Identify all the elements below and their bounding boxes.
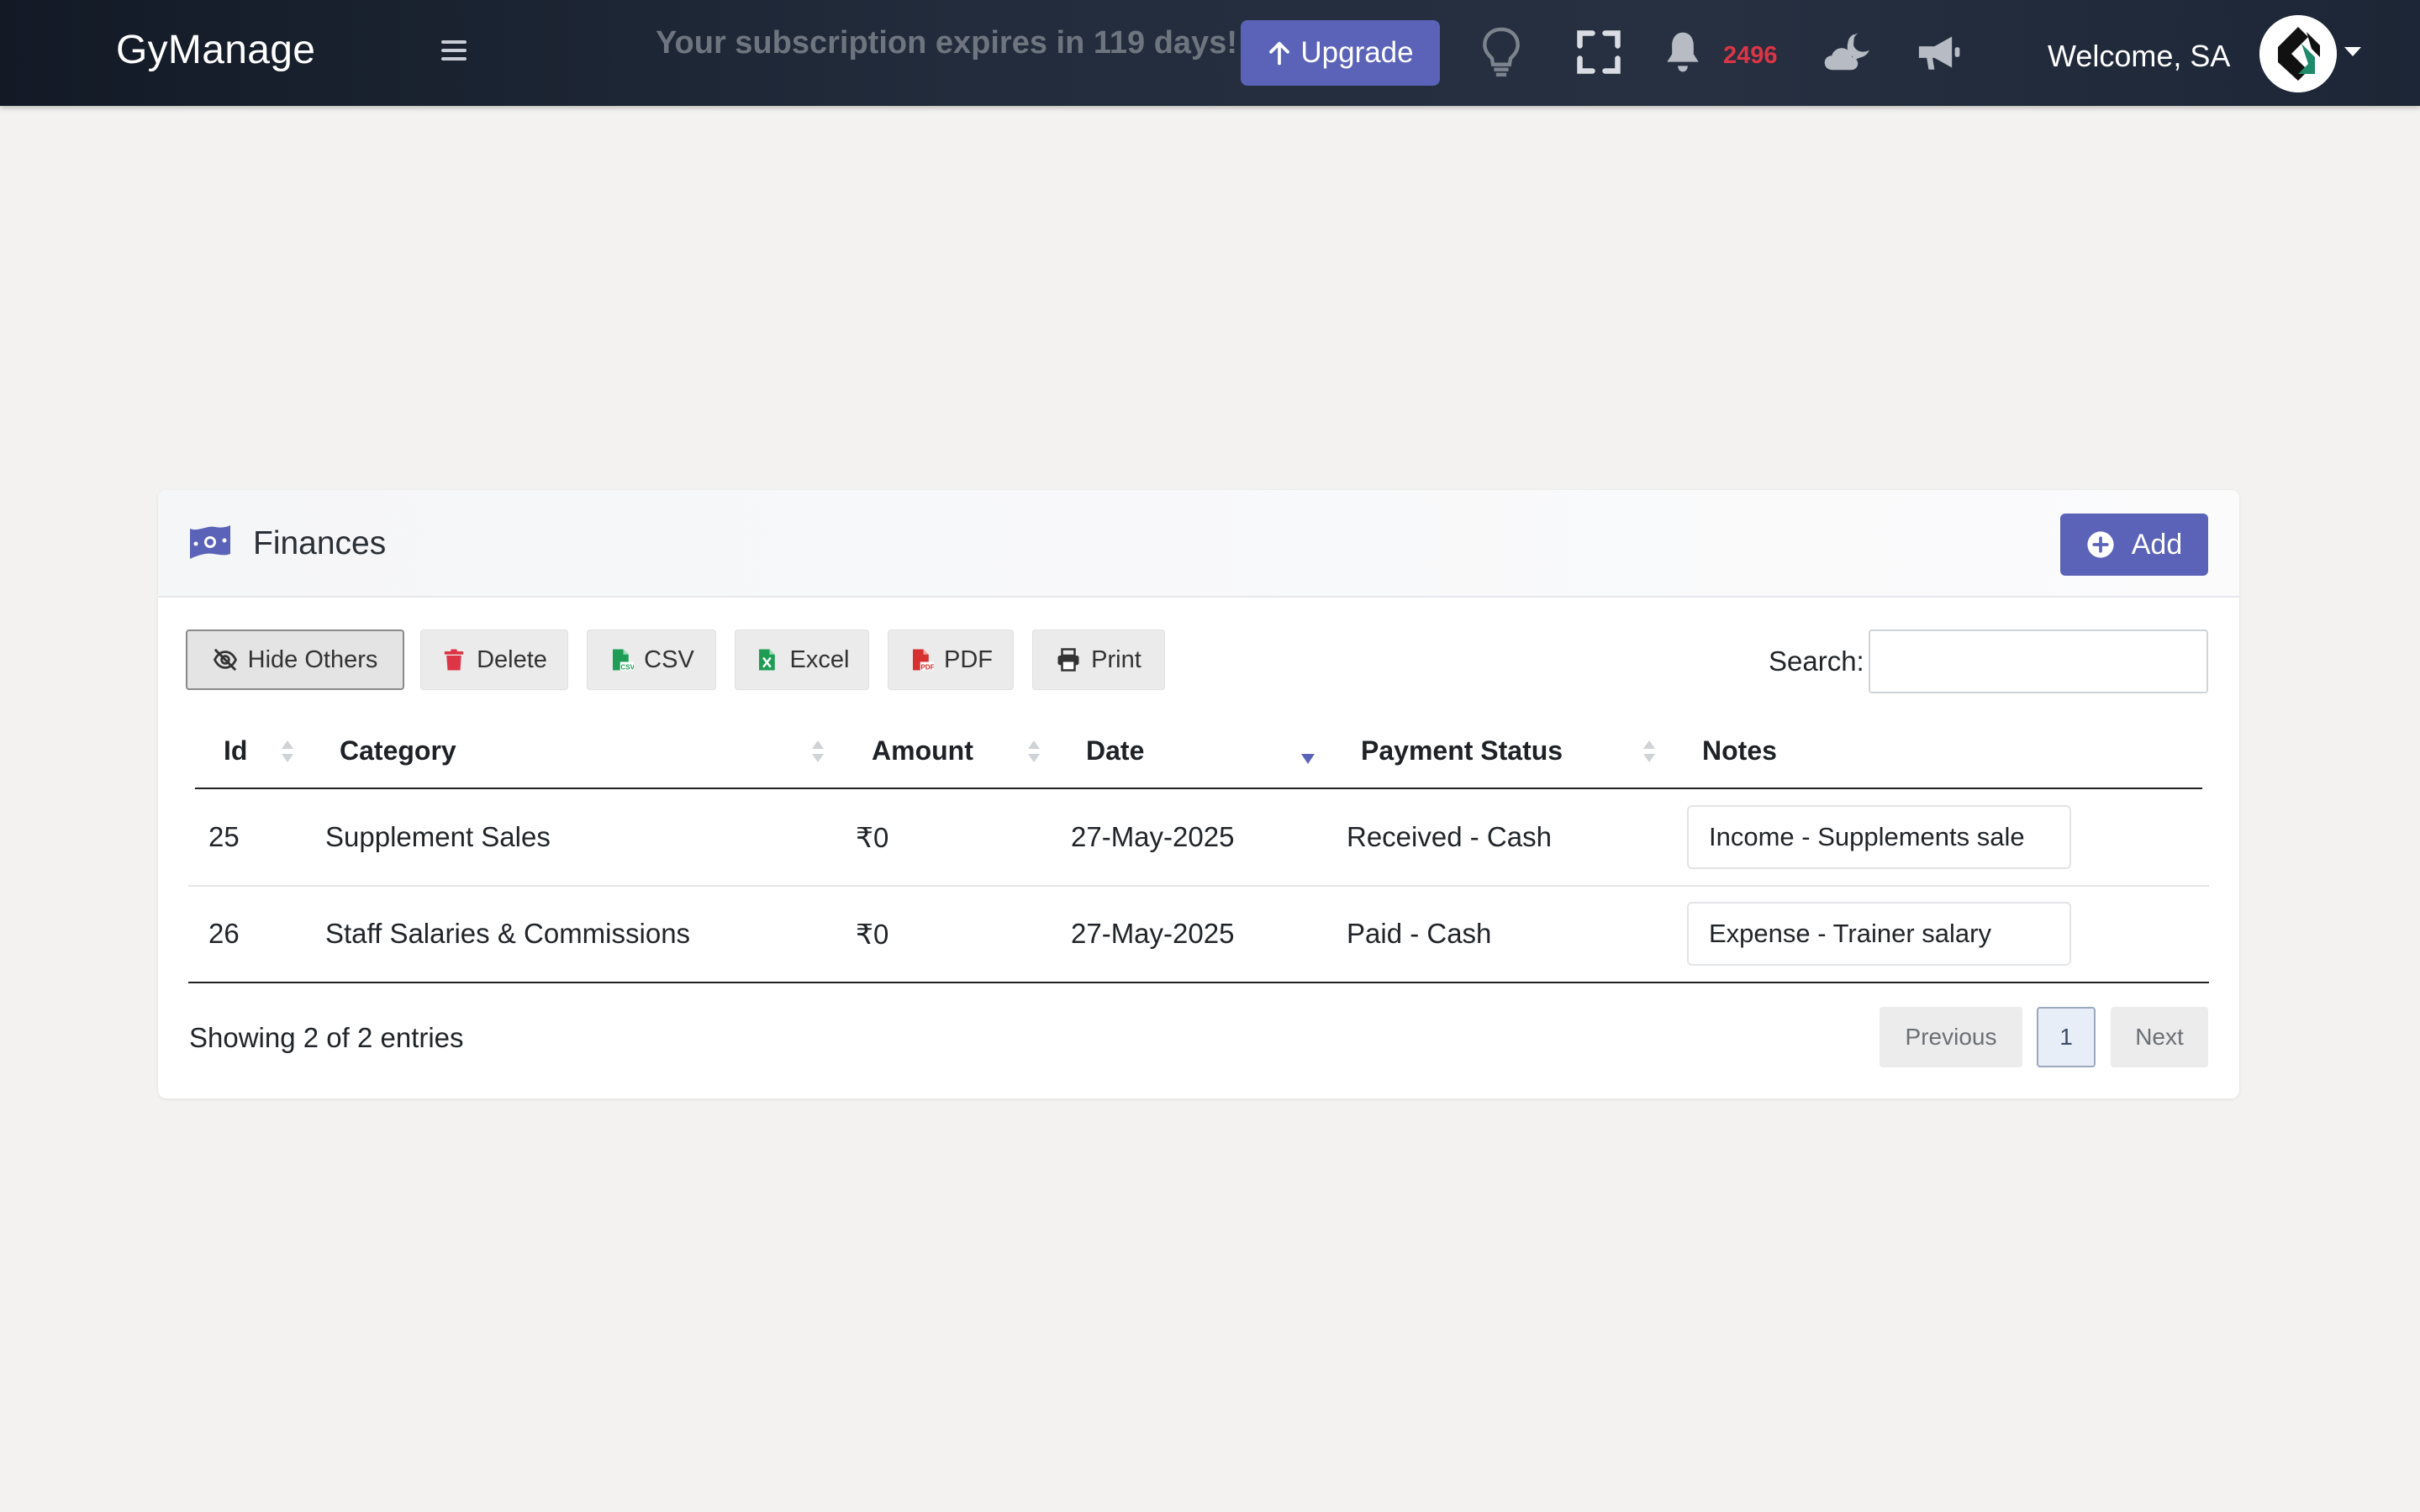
menu-icon[interactable] (439, 37, 469, 71)
megaphone-icon[interactable] (1913, 25, 1964, 79)
card-header: Finances Add (158, 490, 2239, 598)
table-info: Showing 2 of 2 entries (189, 1022, 464, 1053)
eye-slash-icon (213, 649, 237, 671)
cell-payment-status: Received - Cash (1347, 821, 1552, 852)
print-label: Print (1091, 645, 1141, 673)
column-header-category[interactable]: Category (340, 735, 456, 767)
print-button[interactable]: Print (1032, 630, 1165, 690)
column-header-notes: Notes (1702, 735, 1777, 766)
cell-id: 25 (208, 821, 240, 852)
lightbulb-icon[interactable] (1476, 25, 1526, 79)
sort-icon[interactable] (280, 737, 295, 766)
previous-page-button[interactable]: Previous (1880, 1007, 2022, 1067)
file-pdf-icon: PDF (913, 649, 934, 671)
print-icon (1057, 648, 1079, 672)
excel-label: Excel (789, 645, 850, 673)
cell-date: 27-May-2025 (1071, 821, 1235, 852)
row-divider (188, 885, 2209, 887)
cell-date: 27-May-2025 (1071, 918, 1235, 949)
sort-icon[interactable] (810, 737, 825, 766)
file-excel-icon (758, 649, 775, 671)
column-header-date[interactable]: Date (1086, 735, 1144, 767)
cell-payment-status: Paid - Cash (1347, 918, 1492, 949)
pdf-button[interactable]: PDF PDF (888, 630, 1014, 690)
plus-circle-icon (2087, 531, 2114, 558)
subscription-message: Your subscription expires in 119 days! (656, 25, 1237, 61)
table-header-divider (195, 788, 2202, 789)
hide-others-button[interactable]: Hide Others (186, 630, 404, 690)
search-input[interactable] (1869, 630, 2208, 693)
csv-label: CSV (644, 645, 694, 673)
fullscreen-icon[interactable] (1574, 25, 1624, 79)
sort-desc-icon[interactable] (1300, 737, 1315, 766)
search-label: Search: (1769, 645, 1864, 677)
finances-card: Finances Add Hide Others Delete CSV CSV … (158, 490, 2239, 1098)
excel-button[interactable]: Excel (735, 630, 869, 690)
cell-id: 26 (208, 918, 240, 949)
chevron-down-icon[interactable] (2344, 47, 2361, 56)
bell-icon[interactable] (1659, 25, 1706, 79)
cell-amount: ₹0 (856, 919, 889, 950)
arrow-up-icon (1269, 41, 1290, 66)
brand-logo[interactable]: GyManage (116, 27, 315, 73)
hide-others-label: Hide Others (247, 645, 378, 673)
column-header-payment-status[interactable]: Payment Status (1361, 735, 1563, 767)
cloud-moon-icon[interactable] (1821, 25, 1876, 79)
column-header-id[interactable]: Id (224, 735, 247, 767)
delete-label: Delete (477, 645, 547, 673)
svg-text:PDF: PDF (920, 663, 934, 671)
avatar[interactable] (2259, 15, 2337, 92)
sort-icon[interactable] (1026, 737, 1041, 766)
delete-button[interactable]: Delete (420, 630, 568, 690)
cell-notes[interactable]: Income - Supplements sale (1687, 805, 2071, 869)
add-button[interactable]: Add (2060, 514, 2208, 576)
cell-category: Staff Salaries & Commissions (325, 918, 691, 949)
sort-icon[interactable] (1642, 737, 1657, 766)
pdf-label: PDF (944, 645, 993, 673)
notification-count[interactable]: 2496 (1723, 42, 1778, 70)
cell-category: Supplement Sales (325, 821, 551, 852)
next-page-button[interactable]: Next (2111, 1007, 2208, 1067)
upgrade-label: Upgrade (1300, 36, 1414, 69)
trash-icon (444, 649, 464, 671)
page-1-button[interactable]: 1 (2037, 1007, 2096, 1067)
svg-text:CSV: CSV (621, 663, 635, 671)
column-header-amount[interactable]: Amount (872, 735, 973, 767)
file-csv-icon: CSV CSV (613, 649, 635, 671)
cell-amount: ₹0 (856, 822, 889, 853)
table-bottom-divider (188, 982, 2209, 983)
cell-notes[interactable]: Expense - Trainer salary (1687, 902, 2071, 966)
csv-button[interactable]: CSV CSV CSV (587, 630, 716, 690)
top-navbar: GyManage Your subscription expires in 11… (0, 0, 2420, 106)
welcome-text: Welcome, SA (2048, 39, 2231, 73)
card-title: Finances (253, 525, 387, 561)
money-bill-icon (190, 525, 230, 559)
add-label: Add (2131, 528, 2183, 561)
upgrade-button[interactable]: Upgrade (1241, 20, 1440, 86)
